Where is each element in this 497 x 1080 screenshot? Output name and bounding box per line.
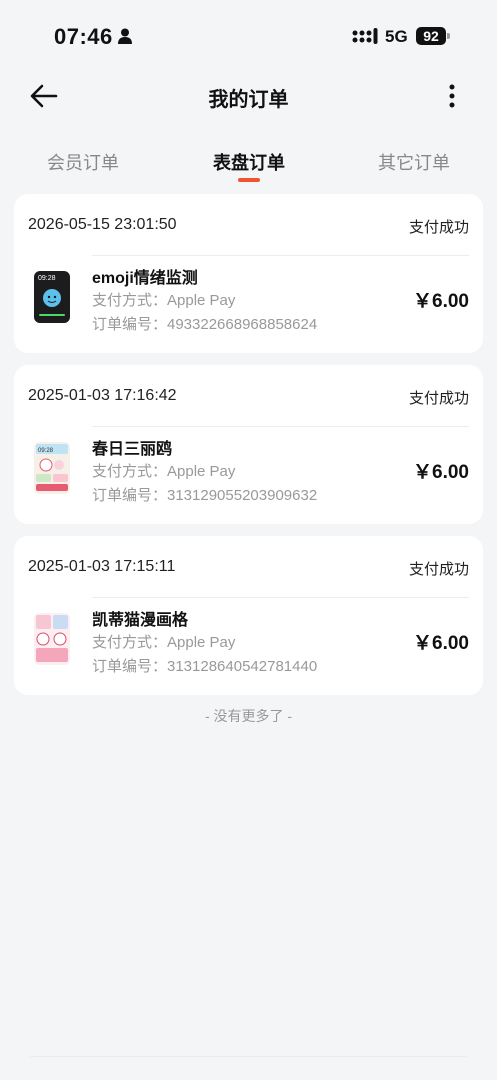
product-name: 春日三丽鸥 — [92, 441, 173, 458]
person-icon — [118, 28, 132, 44]
payment-method: 支付方式：Apple Pay — [92, 292, 236, 309]
order-card[interactable]: 2025-01-03 17:15:11 支付成功 凯蒂猫漫画格 支付方式：App… — [14, 536, 483, 695]
order-status: 支付成功 — [408, 219, 469, 236]
order-date: 2026-05-15 23:01:50 — [28, 216, 177, 233]
order-date: 2025-01-03 17:15:11 — [28, 558, 176, 575]
tab-other-orders[interactable]: 其它订单 — [378, 149, 450, 175]
card-divider — [92, 426, 469, 427]
order-tabs: 会员订单 表盘订单 其它订单 — [0, 140, 497, 184]
card-divider — [92, 255, 469, 256]
nav-bar: 我的订单 — [0, 70, 497, 122]
order-number: 订单编号：313129055203909632 — [92, 487, 318, 504]
no-more-label: - 没有更多了 - — [204, 708, 293, 724]
signal-icon — [352, 28, 378, 44]
card-divider — [92, 597, 469, 598]
page-title: 我的订单 — [208, 89, 289, 111]
battery-icon: 92 — [416, 27, 446, 45]
battery-tip — [447, 33, 450, 39]
sanrio-watchface-thumbnail: 09:28 — [32, 441, 72, 495]
emoji-watchface-thumbnail: 09:28 — [32, 270, 72, 324]
order-card[interactable]: 2025-01-03 17:16:42 支付成功 09:28 春日三丽鸥 支付方… — [14, 365, 483, 524]
status-bar: 07:46 5G 92 — [0, 0, 497, 70]
order-price: ￥6.00 — [413, 291, 469, 312]
active-tab-indicator — [238, 178, 260, 182]
product-name: emoji情绪监测 — [92, 270, 198, 287]
order-number: 订单编号：313128640542781440 — [92, 658, 318, 675]
bottom-divider — [30, 1056, 467, 1057]
more-options-button[interactable] — [440, 80, 464, 112]
tab-member-orders[interactable]: 会员订单 — [47, 149, 119, 175]
order-status: 支付成功 — [408, 390, 469, 407]
payment-method: 支付方式：Apple Pay — [92, 634, 236, 651]
order-price: ￥6.00 — [413, 462, 469, 483]
product-name: 凯蒂猫漫画格 — [92, 612, 189, 629]
svg-text:09:28: 09:28 — [38, 275, 56, 282]
svg-text:09:28: 09:28 — [38, 448, 54, 454]
tab-watchface-orders[interactable]: 表盘订单 — [213, 149, 285, 175]
order-number: 订单编号：493322668968858624 — [92, 316, 318, 333]
more-vertical-icon — [449, 84, 455, 108]
order-card[interactable]: 2026-05-15 23:01:50 支付成功 09:28 emoji情绪监测… — [14, 194, 483, 353]
status-time: 07:46 — [54, 24, 113, 49]
order-date: 2025-01-03 17:16:42 — [28, 387, 177, 404]
order-price: ￥6.00 — [413, 633, 469, 654]
hellokitty-watchface-thumbnail — [32, 612, 72, 666]
payment-method: 支付方式：Apple Pay — [92, 463, 236, 480]
order-status: 支付成功 — [408, 561, 469, 578]
network-label: 5G — [385, 27, 408, 46]
